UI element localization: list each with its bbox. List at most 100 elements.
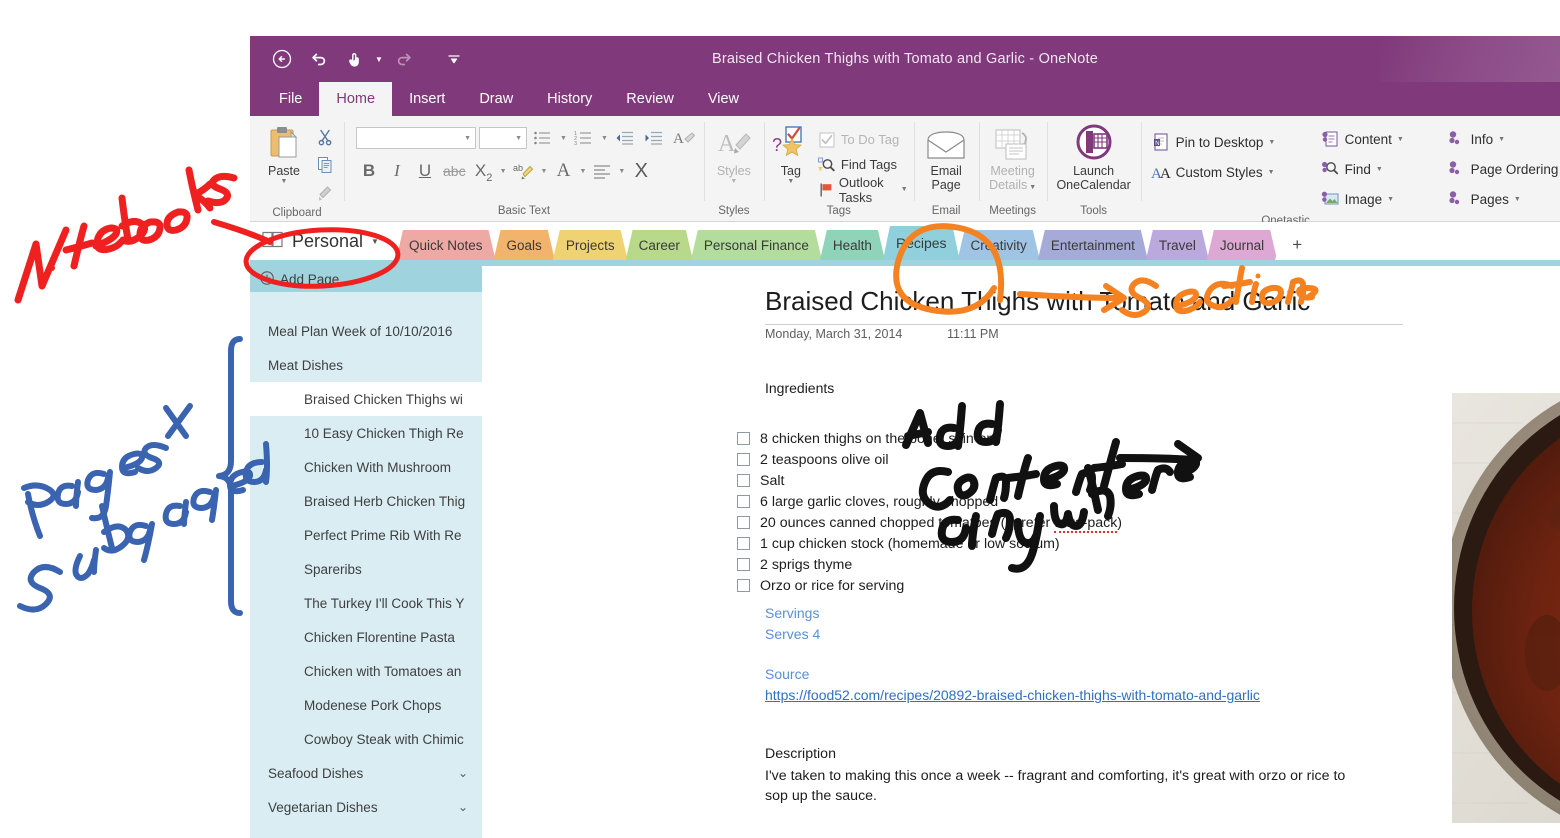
section-tab-goals[interactable]: Goals (494, 230, 555, 260)
pin-to-desktop-dropdown-icon[interactable]: ▼ (1268, 139, 1275, 146)
ingredient-checkbox[interactable] (737, 474, 750, 487)
ribbon-tab-file[interactable]: File (262, 82, 319, 116)
ingredient-checkbox[interactable] (737, 558, 750, 571)
pin-to-desktop-button[interactable]: N Pin to Desktop ▼ (1151, 127, 1301, 157)
page-group-seafood-dishes[interactable]: Seafood Dishes ⌄ (250, 756, 482, 790)
section-tab-creativity[interactable]: Creativity (958, 230, 1040, 260)
ribbon-tab-draw[interactable]: Draw (462, 82, 530, 116)
page-date[interactable]: Monday, March 31, 2014 (765, 327, 902, 341)
customize-quick-access-icon[interactable] (436, 45, 472, 73)
ribbon-tab-history[interactable]: History (530, 82, 609, 116)
font-size-combo[interactable]: ▼ (479, 127, 527, 149)
align-button[interactable] (589, 158, 615, 184)
page-list-item[interactable]: The Turkey I'll Cook This Y (250, 586, 482, 620)
ingredient-row[interactable]: 1 cup chicken stock (homemade or low sod… (737, 533, 1122, 554)
numbering-dropdown-icon[interactable]: ▼ (600, 135, 609, 142)
ingredient-checkbox[interactable] (737, 495, 750, 508)
styles-dropdown-icon[interactable]: ▼ (730, 178, 737, 185)
page-canvas[interactable]: Braised Chicken Thighs with Tomato and G… (482, 266, 1560, 838)
touch-mode-icon[interactable] (336, 45, 372, 73)
find-tags-button[interactable]: Find Tags (818, 152, 908, 177)
macro-find-button[interactable]: Find ▼ (1320, 154, 1438, 184)
add-page-button[interactable]: Add Page (250, 266, 482, 292)
launch-onecalendar-button[interactable]: Launch OneCalendar (1053, 121, 1135, 192)
page-list-item[interactable]: Braised Chicken Thighs wi (250, 382, 482, 416)
section-tab-personal-finance[interactable]: Personal Finance (691, 230, 822, 260)
bullets-dropdown-icon[interactable]: ▼ (559, 135, 568, 142)
underline-button[interactable]: U (412, 158, 438, 184)
font-name-combo[interactable]: ▼ (356, 127, 476, 149)
meeting-details-dropdown-icon[interactable]: ▼ (1027, 184, 1036, 191)
page-list-item[interactable]: Chicken with Tomatoes an (250, 654, 482, 688)
page-list-item[interactable]: Chicken With Mushroom (250, 450, 482, 484)
chevron-down-icon[interactable]: ⌄ (458, 800, 468, 814)
cut-button[interactable] (312, 124, 338, 150)
custom-styles-button[interactable]: AA Custom Styles ▼ (1151, 157, 1301, 187)
paste-button[interactable]: Paste ▼ (256, 121, 312, 185)
page-list-item[interactable]: Cowboy Steak with Chimic (250, 722, 482, 756)
ingredient-row[interactable]: 2 sprigs thyme (737, 554, 1122, 575)
page-list-item[interactable]: 10 Easy Chicken Thigh Re (250, 416, 482, 450)
ribbon-tab-insert[interactable]: Insert (392, 82, 462, 116)
description-body[interactable]: I've taken to making this once a week --… (765, 766, 1365, 806)
section-tab-journal[interactable]: Journal (1207, 230, 1277, 260)
italic-button[interactable]: I (384, 158, 410, 184)
page-list-item[interactable]: Perfect Prime Rib With Re (250, 518, 482, 552)
section-tab-travel[interactable]: Travel (1146, 230, 1209, 260)
ingredient-row[interactable]: 8 chicken thighs on the bone, skin-on (737, 428, 1122, 449)
notebook-selector[interactable]: Personal ▼ (250, 222, 396, 260)
undo-icon[interactable] (300, 45, 336, 73)
page-title[interactable]: Braised Chicken Thighs with Tomato and G… (765, 286, 1310, 317)
bullets-button[interactable] (530, 125, 556, 151)
decrease-indent-button[interactable] (612, 125, 638, 151)
section-tab-entertainment[interactable]: Entertainment (1038, 230, 1148, 260)
numbering-button[interactable]: 123 (571, 125, 597, 151)
to-do-tag-button[interactable]: To Do Tag (818, 127, 908, 152)
macro-info-dropdown-icon[interactable]: ▼ (1498, 136, 1505, 143)
macro-image-button[interactable]: Image ▼ (1320, 184, 1438, 214)
remove-formatting-button[interactable]: X (628, 158, 654, 184)
ribbon-tab-view[interactable]: View (691, 82, 756, 116)
meeting-details-button[interactable]: Meeting Details ▼ (985, 121, 1041, 195)
page-list-item[interactable]: Braised Herb Chicken Thig (250, 484, 482, 518)
strikethrough-button[interactable]: abc (440, 158, 469, 184)
page-list-item[interactable]: Chicken Florentine Pasta (250, 620, 482, 654)
copy-button[interactable] (312, 152, 338, 178)
macro-info-button[interactable]: Info ▼ (1446, 124, 1560, 154)
macro-content-dropdown-icon[interactable]: ▼ (1397, 136, 1404, 143)
back-icon[interactable] (264, 45, 300, 73)
ingredient-row[interactable]: Orzo or rice for serving (737, 575, 1122, 596)
page-group-vegetarian-dishes[interactable]: Vegetarian Dishes ⌄ (250, 790, 482, 824)
chevron-down-icon[interactable]: ⌄ (458, 766, 468, 780)
macro-content-button[interactable]: Content ▼ (1320, 124, 1438, 154)
macro-pages-dropdown-icon[interactable]: ▼ (1514, 196, 1521, 203)
notebook-dropdown-icon[interactable]: ▼ (371, 237, 379, 246)
tag-button[interactable]: ? Tag ▼ (770, 121, 812, 185)
outlook-tasks-dropdown-icon[interactable]: ▼ (901, 186, 908, 193)
ingredient-row[interactable]: 2 teaspoons olive oil (737, 449, 1122, 470)
add-section-button[interactable]: + (1275, 230, 1319, 260)
ribbon-tab-review[interactable]: Review (609, 82, 691, 116)
ingredient-row[interactable]: Salt (737, 470, 1122, 491)
highlight-button[interactable]: ab (510, 158, 538, 184)
ingredient-checkbox[interactable] (737, 516, 750, 529)
section-tab-career[interactable]: Career (626, 230, 693, 260)
ingredient-checkbox[interactable] (737, 432, 750, 445)
ingredient-row[interactable]: 6 large garlic cloves, roughly chopped (737, 491, 1122, 512)
ingredient-checkbox[interactable] (737, 537, 750, 550)
styles-button[interactable]: A Styles ▼ (710, 121, 758, 185)
ribbon-tab-home[interactable]: Home (319, 82, 393, 116)
font-color-button[interactable]: A (550, 158, 576, 184)
macro-find-dropdown-icon[interactable]: ▼ (1376, 166, 1383, 173)
page-list-item[interactable]: Spareribs (250, 552, 482, 586)
highlight-dropdown-icon[interactable]: ▼ (540, 168, 549, 175)
subscript-button[interactable]: X2 (471, 158, 497, 184)
outlook-tasks-button[interactable]: Outlook Tasks ▼ (818, 175, 908, 205)
macro-image-dropdown-icon[interactable]: ▼ (1387, 196, 1394, 203)
section-tab-projects[interactable]: Projects (553, 230, 628, 260)
page-time[interactable]: 11:11 PM (947, 327, 999, 341)
increase-indent-button[interactable] (641, 125, 667, 151)
touch-mode-dropdown-icon[interactable]: ▼ (372, 55, 386, 64)
ingredient-row[interactable]: 20 ounces canned chopped tomatoes (I pre… (737, 512, 1122, 533)
custom-styles-dropdown-icon[interactable]: ▼ (1268, 169, 1275, 176)
